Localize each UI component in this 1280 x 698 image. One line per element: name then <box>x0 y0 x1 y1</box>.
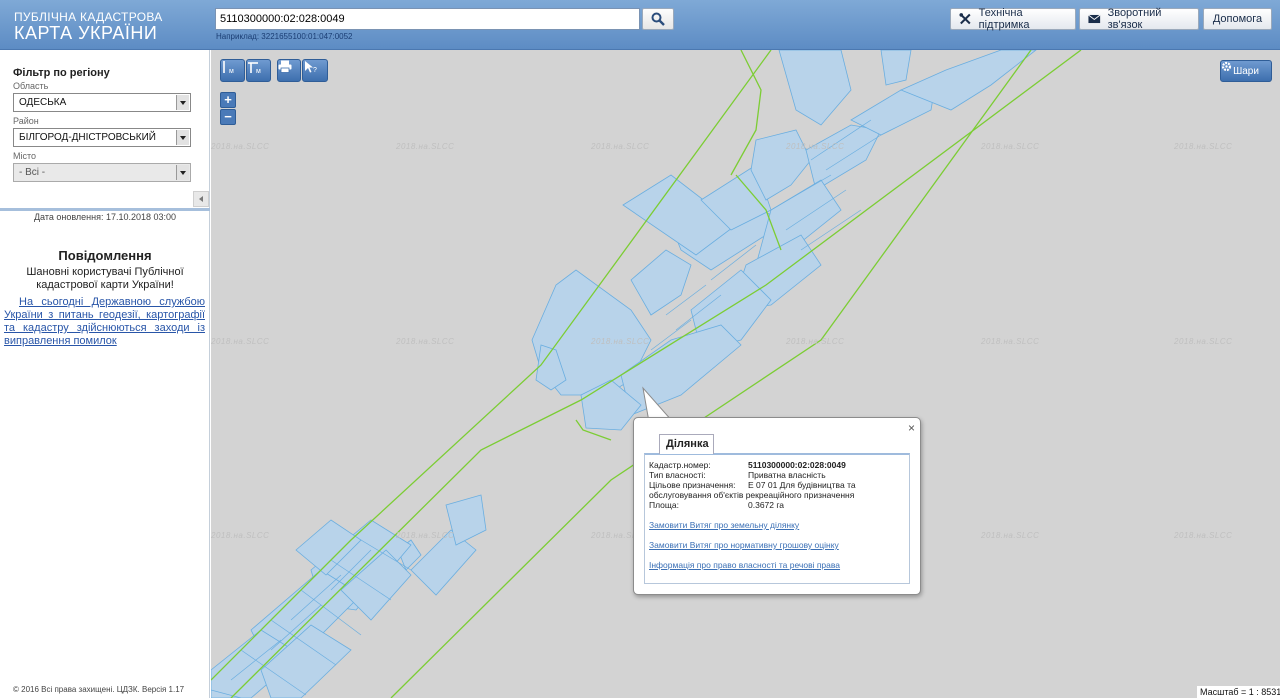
svg-text:?: ? <box>313 67 317 74</box>
raion-label: Район <box>13 116 39 126</box>
brand-line-2: КАРТА УКРАЇНИ <box>14 23 158 43</box>
map-watermark: 2018.на.SLCC <box>1174 142 1233 151</box>
envelope-icon <box>1088 14 1101 24</box>
ownership-info-link[interactable]: Інформація про право власності та речові… <box>649 560 840 570</box>
map-layer[interactable] <box>211 50 1280 698</box>
search-hint: Наприклад: 3221655100:01:047:0052 <box>216 32 353 41</box>
printer-icon <box>278 60 292 73</box>
measure-area-button[interactable]: м <box>246 59 271 82</box>
order-valuation-link[interactable]: Замовити Витяг про нормативну грошову оц… <box>649 540 839 550</box>
map-watermark: 2018.на.SLCC <box>591 337 650 346</box>
sidebar-divider <box>0 208 210 211</box>
map-watermark: 2018.на.SLCC <box>981 142 1040 151</box>
map-parcel[interactable] <box>805 124 882 191</box>
oblast-value: ОДЕСЬКА <box>19 97 67 108</box>
zoom-out-button[interactable]: − <box>220 109 236 125</box>
cadastral-search-input[interactable] <box>215 8 640 30</box>
chevron-down-icon <box>176 95 189 110</box>
chevron-down-icon <box>176 130 189 145</box>
support-label: Технічна підтримка <box>978 7 1030 31</box>
region-filter-title: Фільтр по регіону <box>13 67 110 79</box>
map-parcel[interactable] <box>880 50 912 86</box>
map-watermark: 2018.на.SLCC <box>211 531 270 540</box>
chevron-down-icon <box>176 165 189 180</box>
help-label: Допомога <box>1212 13 1263 25</box>
layers-label: Шари <box>1233 65 1259 77</box>
oblast-select[interactable]: ОДЕСЬКА <box>13 93 191 112</box>
svg-text:м: м <box>256 68 261 74</box>
notice-link[interactable]: На сьогодні Державною службою України з … <box>4 296 205 348</box>
sidebar: Фільтр по регіону Область ОДЕСЬКА Район … <box>0 50 210 698</box>
map-watermark: 2018.на.SLCC <box>981 531 1040 540</box>
tools-icon <box>959 13 971 25</box>
parcel-info-popup: × Ділянка Кадастр.номер: 5110300000:02:0… <box>633 417 921 595</box>
measure-line-button[interactable]: м <box>220 59 245 82</box>
map-watermark: 2018.на.SLCC <box>981 337 1040 346</box>
info-key: Кадастр.номер: <box>649 460 711 470</box>
area-ruler-icon: м <box>248 62 261 74</box>
map-watermark: 2018.на.SLCC <box>591 142 650 151</box>
oblast-label: Область <box>13 81 49 91</box>
map-scale: Масштаб = 1 : 8531 <box>1197 686 1280 698</box>
info-key: Площа: <box>649 500 679 510</box>
collapse-sidebar-button[interactable] <box>193 191 209 207</box>
info-value: Приватна власність <box>748 470 826 480</box>
map-watermark: 2018.на.SLCC <box>786 337 845 346</box>
notice-text: Шановні користувачі Публічної кадастрово… <box>26 266 184 291</box>
map-parcel[interactable] <box>778 50 852 126</box>
map-parcel[interactable] <box>630 249 692 316</box>
search-button[interactable] <box>642 8 674 30</box>
order-extract-link[interactable]: Замовити Витяг про земельну ділянку <box>649 520 799 530</box>
cursor-help-icon: ? <box>305 61 317 74</box>
info-key: Тип власності: <box>649 470 706 480</box>
misto-value: - Всі - <box>19 167 46 178</box>
map-watermark: 2018.на.SLCC <box>396 142 455 151</box>
map-watermark: 2018.на.SLCC <box>211 142 270 151</box>
parcel-info-panel: Кадастр.номер: 5110300000:02:028:0049 Ти… <box>644 453 910 584</box>
gear-icon <box>1221 61 1232 72</box>
map-watermark: 2018.на.SLCC <box>1174 531 1233 540</box>
map-watermark: 2018.на.SLCC <box>786 142 845 151</box>
map-watermark: 2018.на.SLCC <box>1174 337 1233 346</box>
support-button[interactable]: Технічна підтримка <box>950 7 1076 31</box>
notice-title: Повідомлення <box>58 248 152 263</box>
map-watermark: 2018.на.SLCC <box>211 337 270 346</box>
misto-label: Місто <box>13 151 37 161</box>
copyright: © 2016 Всі права захищені. ЦДЗК. Версія … <box>13 685 185 694</box>
feedback-label: Зворотний зв'язок <box>1107 7 1162 31</box>
identify-button[interactable]: ? <box>302 59 328 82</box>
update-date: Дата оновлення: 17.10.2018 03:00 <box>33 212 177 222</box>
zoom-in-button[interactable]: + <box>220 92 236 108</box>
ruler-icon: м <box>223 61 234 74</box>
print-button[interactable] <box>277 59 301 82</box>
map-watermark: 2018.на.SLCC <box>396 531 455 540</box>
info-value: 0.3672 га <box>748 500 785 510</box>
raion-select[interactable]: БІЛГОРОД-ДНІСТРОВСЬКИЙ <box>13 128 191 147</box>
header-bar: ПУБЛІЧНА КАДАСТРОВА КАРТА УКРАЇНИ Наприк… <box>0 0 1280 50</box>
info-value: Е 07 01 Для будівництва та обслуговуванн… <box>649 480 856 500</box>
brand-line-1: ПУБЛІЧНА КАДАСТРОВА <box>14 10 163 24</box>
map-canvas[interactable]: 2018.на.SLCC 2018.на.SLCC 2018.на.SLCC 2… <box>211 50 1280 698</box>
help-button[interactable]: Допомога <box>1203 8 1272 30</box>
feedback-button[interactable]: Зворотний зв'язок <box>1079 7 1199 31</box>
search-icon <box>651 12 665 26</box>
layers-button[interactable]: Шари <box>1220 60 1272 82</box>
site-logo[interactable]: ПУБЛІЧНА КАДАСТРОВА КАРТА УКРАЇНИ <box>14 11 163 42</box>
info-value: 5110300000:02:028:0049 <box>748 460 846 470</box>
raion-value: БІЛГОРОД-ДНІСТРОВСЬКИЙ <box>19 132 156 143</box>
misto-select: - Всі - <box>13 163 191 182</box>
map-watermark: 2018.на.SLCC <box>396 337 455 346</box>
svg-text:м: м <box>229 68 234 74</box>
tab-parcel[interactable]: Ділянка <box>659 434 714 454</box>
map-boundary-line <box>390 50 1032 698</box>
close-icon[interactable]: × <box>908 421 915 435</box>
